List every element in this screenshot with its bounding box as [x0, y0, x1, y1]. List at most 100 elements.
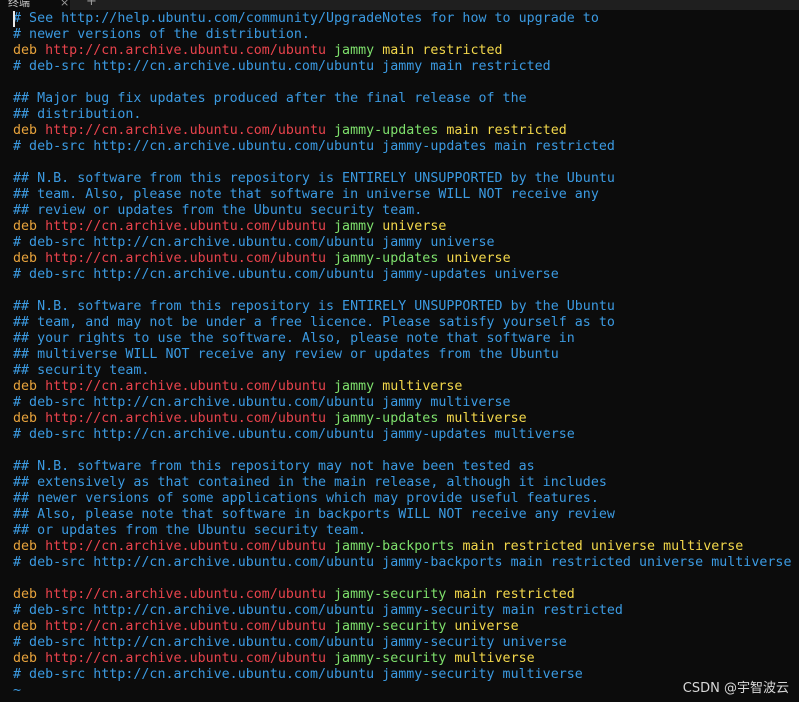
source-line: deb http://cn.archive.ubuntu.com/ubuntu … — [13, 379, 799, 395]
token-url: http://cn.archive.ubuntu.com/ubuntu — [45, 43, 326, 58]
source-line: ## N.B. software from this repository is… — [13, 171, 799, 187]
source-line: ## team. Also, please note that software… — [13, 187, 799, 203]
source-line: deb http://cn.archive.ubuntu.com/ubuntu … — [13, 251, 799, 267]
terminal-tab-bar: 终端 × + — [0, 0, 799, 10]
token-keyword: deb — [13, 539, 46, 554]
token-keyword: deb — [13, 651, 46, 666]
token-url: http://cn.archive.ubuntu.com/ubuntu — [45, 651, 326, 666]
token-dist: jammy-security — [326, 619, 455, 634]
token-dist: jammy — [326, 219, 383, 234]
token-component: universe — [454, 619, 519, 634]
source-line: # deb-src http://cn.archive.ubuntu.com/u… — [13, 267, 799, 283]
token-dist: jammy-updates — [326, 251, 447, 266]
source-line: # newer versions of the distribution. — [13, 27, 799, 43]
source-line: # deb-src http://cn.archive.ubuntu.com/u… — [13, 667, 799, 683]
token-url: http://cn.archive.ubuntu.com/ubuntu — [45, 539, 326, 554]
token-dist: jammy — [326, 379, 383, 394]
token-comment: ## extensively as that contained in the … — [13, 475, 607, 490]
source-line: # deb-src http://cn.archive.ubuntu.com/u… — [13, 603, 799, 619]
token-comment: ## multiverse WILL NOT receive any revie… — [13, 347, 559, 362]
token-url: http://cn.archive.ubuntu.com/ubuntu — [45, 379, 326, 394]
token-keyword: deb — [13, 379, 46, 394]
source-line: # deb-src http://cn.archive.ubuntu.com/u… — [13, 139, 799, 155]
token-comment: # deb-src http://cn.archive.ubuntu.com/u… — [13, 603, 623, 618]
token-url: http://cn.archive.ubuntu.com/ubuntu — [45, 587, 326, 602]
token-component: main restricted — [454, 587, 575, 602]
close-icon[interactable]: × — [60, 0, 69, 10]
token-comment: # deb-src http://cn.archive.ubuntu.com/u… — [13, 59, 551, 74]
token-comment: ## team. Also, please note that software… — [13, 187, 599, 202]
source-line: deb http://cn.archive.ubuntu.com/ubuntu … — [13, 619, 799, 635]
token-keyword: deb — [13, 619, 46, 634]
token-comment: # See http://help.ubuntu.com/community/U… — [13, 11, 599, 26]
token-comment: ## security team. — [13, 363, 150, 378]
source-line: ## Major bug fix updates produced after … — [13, 91, 799, 107]
source-line: ## N.B. software from this repository is… — [13, 299, 799, 315]
token-comment: ## review or updates from the Ubuntu sec… — [13, 203, 423, 218]
source-line: # deb-src http://cn.archive.ubuntu.com/u… — [13, 555, 799, 571]
vim-editor-buffer[interactable]: # See http://help.ubuntu.com/community/U… — [13, 11, 799, 683]
token-keyword: deb — [13, 123, 46, 138]
token-comment: ## team, and may not be under a free lic… — [13, 315, 615, 330]
source-line: ## multiverse WILL NOT receive any revie… — [13, 347, 799, 363]
token-comment: # deb-src http://cn.archive.ubuntu.com/u… — [13, 235, 495, 250]
tab-label: 终端 — [8, 0, 30, 9]
new-tab-icon[interactable]: + — [86, 0, 97, 9]
token-comment: # deb-src http://cn.archive.ubuntu.com/u… — [13, 267, 559, 282]
source-line: deb http://cn.archive.ubuntu.com/ubuntu … — [13, 43, 799, 59]
token-keyword: deb — [13, 411, 46, 426]
source-line: ## extensively as that contained in the … — [13, 475, 799, 491]
source-line: deb http://cn.archive.ubuntu.com/ubuntu … — [13, 123, 799, 139]
token-keyword: deb — [13, 43, 46, 58]
token-comment: ## Major bug fix updates produced after … — [13, 91, 527, 106]
source-line: deb http://cn.archive.ubuntu.com/ubuntu … — [13, 651, 799, 667]
token-component: multiverse — [382, 379, 463, 394]
source-line: deb http://cn.archive.ubuntu.com/ubuntu … — [13, 219, 799, 235]
source-line: # deb-src http://cn.archive.ubuntu.com/u… — [13, 395, 799, 411]
watermark: CSDN @宇智波云 — [682, 681, 789, 696]
source-line: deb http://cn.archive.ubuntu.com/ubuntu … — [13, 587, 799, 603]
source-line: # deb-src http://cn.archive.ubuntu.com/u… — [13, 427, 799, 443]
token-url: http://cn.archive.ubuntu.com/ubuntu — [45, 411, 326, 426]
token-component: multiverse — [454, 651, 535, 666]
token-dist: jammy-security — [326, 587, 455, 602]
token-comment: # deb-src http://cn.archive.ubuntu.com/u… — [13, 667, 583, 682]
token-url: http://cn.archive.ubuntu.com/ubuntu — [45, 619, 326, 634]
source-line: deb http://cn.archive.ubuntu.com/ubuntu … — [13, 411, 799, 427]
source-line: # See http://help.ubuntu.com/community/U… — [13, 11, 799, 27]
source-line: ## distribution. — [13, 107, 799, 123]
token-keyword: deb — [13, 587, 46, 602]
token-comment: # deb-src http://cn.archive.ubuntu.com/u… — [13, 635, 567, 650]
source-line: ## review or updates from the Ubuntu sec… — [13, 203, 799, 219]
token-url: http://cn.archive.ubuntu.com/ubuntu — [45, 123, 326, 138]
token-comment: # deb-src http://cn.archive.ubuntu.com/u… — [13, 555, 792, 570]
token-dist: jammy-updates — [326, 123, 447, 138]
source-line: # deb-src http://cn.archive.ubuntu.com/u… — [13, 235, 799, 251]
token-comment: ## your rights to use the software. Also… — [13, 331, 575, 346]
token-dist: jammy-updates — [326, 411, 447, 426]
token-comment: # newer versions of the distribution. — [13, 27, 310, 42]
token-comment: ## N.B. software from this repository is… — [13, 171, 615, 186]
token-comment: # deb-src http://cn.archive.ubuntu.com/u… — [13, 427, 575, 442]
token-dist: jammy-backports — [326, 539, 463, 554]
token-component: multiverse — [446, 411, 527, 426]
source-line: ## Also, please note that software in ba… — [13, 507, 799, 523]
token-dist: jammy-security — [326, 651, 455, 666]
token-comment: ## Also, please note that software in ba… — [13, 507, 615, 522]
token-keyword: deb — [13, 251, 46, 266]
source-line: ## team, and may not be under a free lic… — [13, 315, 799, 331]
token-comment: ## N.B. software from this repository is… — [13, 299, 615, 314]
token-keyword: deb — [13, 219, 46, 234]
source-line: deb http://cn.archive.ubuntu.com/ubuntu … — [13, 539, 799, 555]
token-url: http://cn.archive.ubuntu.com/ubuntu — [45, 219, 326, 234]
token-component: universe — [382, 219, 447, 234]
token-comment: # deb-src http://cn.archive.ubuntu.com/u… — [13, 139, 615, 154]
token-component: main restricted — [382, 43, 503, 58]
token-component: universe — [446, 251, 511, 266]
token-comment: # deb-src http://cn.archive.ubuntu.com/u… — [13, 395, 511, 410]
